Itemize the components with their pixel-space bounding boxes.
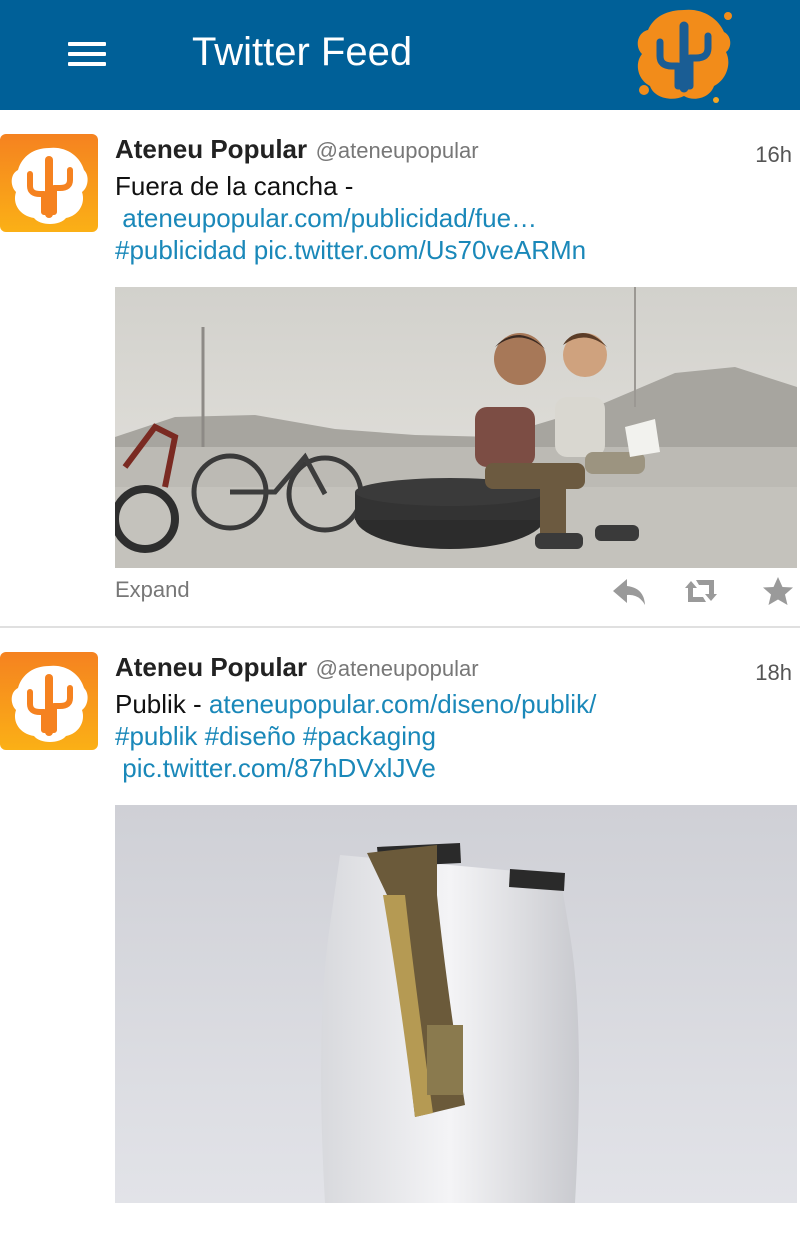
tweet-header: Ateneu Popular @ateneupopular 16h xyxy=(115,134,800,170)
tweet-media-photo[interactable] xyxy=(115,287,797,568)
favorite-star-icon[interactable] xyxy=(760,575,796,607)
avatar[interactable] xyxy=(0,134,98,232)
tweet-media-photo[interactable] xyxy=(115,805,797,1203)
author-name[interactable]: Ateneu Popular xyxy=(115,134,307,164)
author-handle[interactable]: @ateneupopular xyxy=(316,138,479,163)
app-bar: Twitter Feed xyxy=(0,0,800,110)
retweet-icon[interactable] xyxy=(683,575,719,607)
tweet-text-line: Fuera de la cancha - xyxy=(115,171,354,201)
author-handle[interactable]: @ateneupopular xyxy=(316,656,479,681)
tweet-card[interactable]: Ateneu Popular @ateneupopular 18h Publik… xyxy=(0,628,800,1252)
tweet-header: Ateneu Popular @ateneupopular 18h xyxy=(115,652,800,688)
expand-link[interactable]: Expand xyxy=(115,577,190,603)
tweet-body: Ateneu Popular @ateneupopular 16h Fuera … xyxy=(115,134,800,266)
reply-icon[interactable] xyxy=(611,575,647,607)
tweet-text: Fuera de la cancha - ateneupopular.com/p… xyxy=(115,170,800,266)
author-name[interactable]: Ateneu Popular xyxy=(115,652,307,682)
tweet-link[interactable]: ateneupopular.com/diseno/publik/ xyxy=(209,689,596,719)
tweet-actions: Expand xyxy=(115,575,800,611)
tweet-link[interactable]: ateneupopular.com/publicidad/fue… xyxy=(122,203,537,233)
tweet-timestamp: 18h xyxy=(755,660,792,685)
hashtag-and-pic-link[interactable]: #publicidad pic.twitter.com/Us70veARMn xyxy=(115,235,586,265)
avatar[interactable] xyxy=(0,652,98,750)
hashtag-links[interactable]: #publik #diseño #packaging xyxy=(115,721,436,751)
pic-link[interactable]: pic.twitter.com/87hDVxlJVe xyxy=(122,753,436,783)
tweet-text: Publik - ateneupopular.com/diseno/publik… xyxy=(115,688,800,784)
app-title: Twitter Feed xyxy=(192,30,413,74)
tweet-body: Ateneu Popular @ateneupopular 18h Publik… xyxy=(115,652,800,784)
tweet-text-line: Publik - xyxy=(115,689,209,719)
tweet-card[interactable]: Ateneu Popular @ateneupopular 16h Fuera … xyxy=(0,110,800,628)
cactus-logo-icon xyxy=(637,9,732,103)
hamburger-menu-icon[interactable] xyxy=(68,40,106,68)
tweet-timestamp: 16h xyxy=(755,142,792,167)
